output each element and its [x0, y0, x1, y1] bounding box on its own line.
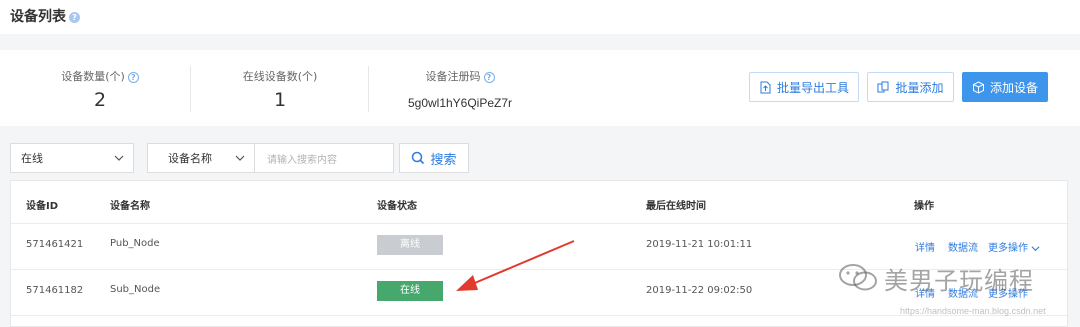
- stat-reg-code-value: 5g0wl1hY6QiPeZ7r: [407, 96, 513, 110]
- page-title: 设备列表?: [10, 6, 80, 26]
- search-button[interactable]: 搜索: [399, 143, 469, 173]
- search-input-placeholder: 请输入搜索内容: [267, 154, 337, 166]
- page-title-text: 设备列表: [10, 9, 66, 25]
- cell-device-name: Sub_Node: [110, 284, 161, 295]
- details-link[interactable]: 详情: [915, 239, 935, 254]
- divider: [11, 223, 1069, 224]
- stat-device-count-value: 2: [93, 89, 107, 111]
- cell-device-id: 571461182: [26, 285, 84, 296]
- export-icon: [760, 81, 771, 93]
- page-header: 设备列表?: [0, 0, 1080, 34]
- divider: [368, 66, 369, 112]
- chevron-down-icon: [1031, 245, 1040, 251]
- cell-device-name: Pub_Node: [110, 238, 160, 249]
- status-badge: 在线: [377, 281, 443, 301]
- chevron-down-icon: [114, 155, 124, 161]
- search-button-label: 搜索: [430, 152, 457, 168]
- watermark-url: https://handsome-man.blog.csdn.net: [900, 306, 1046, 316]
- help-icon[interactable]: ?: [127, 71, 139, 83]
- column-header-name: 设备名称: [110, 201, 150, 212]
- column-header-status: 设备状态: [377, 201, 417, 212]
- stat-online-count-label: 在线设备数(个): [242, 70, 318, 83]
- chevron-down-icon: [235, 155, 245, 161]
- stats-panel: 设备数量(个)? 2 在线设备数(个) 1 设备注册码? 5g0wl1hY6Qi…: [0, 50, 1080, 126]
- add-device-label: 添加设备: [989, 80, 1038, 95]
- stat-device-count-label: 设备数量(个): [61, 70, 125, 83]
- stat-online-count: 在线设备数(个) 1: [220, 50, 340, 126]
- help-icon[interactable]: ?: [69, 11, 80, 23]
- column-header-id: 设备ID: [26, 201, 59, 212]
- search-field-select[interactable]: 设备名称: [147, 143, 255, 173]
- batch-add-label: 批量添加: [895, 80, 944, 95]
- export-tool-button[interactable]: 批量导出工具: [749, 72, 859, 102]
- stat-reg-code-label: 设备注册码: [425, 70, 481, 83]
- export-tool-label: 批量导出工具: [776, 80, 849, 95]
- column-header-actions: 操作: [914, 201, 934, 212]
- cell-last-online: 2019-11-21 10:01:11: [646, 239, 753, 250]
- help-icon[interactable]: ?: [483, 71, 495, 83]
- stat-device-count: 设备数量(个)? 2: [40, 50, 160, 126]
- cell-last-online: 2019-11-22 09:02:50: [646, 285, 753, 296]
- dataflow-link[interactable]: 数据流: [948, 239, 978, 254]
- stat-reg-code: 设备注册码? 5g0wl1hY6QiPeZ7r: [390, 50, 530, 126]
- watermark-text: 美男子玩编程: [884, 267, 1034, 295]
- batch-add-button[interactable]: 批量添加: [867, 72, 954, 102]
- add-device-icon: [972, 80, 984, 94]
- arrow-annotation: [456, 240, 575, 291]
- wechat-icon: [839, 264, 877, 291]
- status-badge: 离线: [377, 235, 443, 255]
- status-filter-value: 在线: [21, 152, 43, 165]
- search-icon: [412, 151, 425, 165]
- cell-device-id: 571461421: [26, 239, 84, 250]
- batch-add-icon: [877, 81, 889, 92]
- more-actions-link[interactable]: 更多操作: [988, 239, 1040, 254]
- divider: [190, 66, 191, 112]
- more-actions-label: 更多操作: [988, 243, 1028, 254]
- status-filter-select[interactable]: 在线: [10, 143, 134, 173]
- search-input[interactable]: 请输入搜索内容: [254, 143, 394, 173]
- search-field-value: 设备名称: [168, 152, 212, 165]
- add-device-button[interactable]: 添加设备: [962, 72, 1048, 102]
- stat-online-count-value: 1: [273, 89, 287, 111]
- column-header-last-online: 最后在线时间: [646, 201, 706, 212]
